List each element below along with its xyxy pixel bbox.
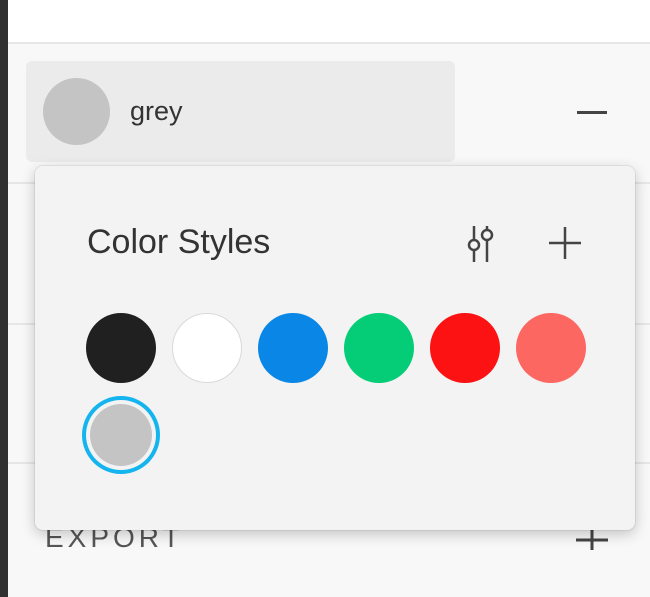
fill-color-swatch[interactable] (43, 78, 110, 145)
color-style-swatch[interactable] (90, 404, 152, 466)
color-style-swatch[interactable] (86, 313, 156, 383)
adjust-styles-button[interactable] (460, 222, 500, 266)
color-style-swatch[interactable] (430, 313, 500, 383)
add-color-style-button[interactable] (545, 223, 585, 263)
divider (8, 42, 650, 44)
color-styles-popover: Color Styles (35, 166, 635, 530)
design-inspector-panel: grey EXPORT Color Styles (0, 0, 650, 597)
fill-style-name: grey (130, 96, 183, 126)
plus-icon (549, 227, 581, 259)
canvas-edge (0, 0, 8, 597)
color-style-swatch[interactable] (344, 313, 414, 383)
minus-icon (577, 110, 607, 114)
popover-title: Color Styles (87, 223, 271, 261)
remove-fill-button[interactable] (576, 93, 608, 131)
color-style-swatch[interactable] (258, 313, 328, 383)
color-style-swatch[interactable] (516, 313, 586, 383)
sliders-icon (467, 226, 494, 262)
color-style-swatch[interactable] (172, 313, 242, 383)
panel-top-section (8, 0, 650, 42)
fill-color-row[interactable]: grey (26, 61, 455, 162)
